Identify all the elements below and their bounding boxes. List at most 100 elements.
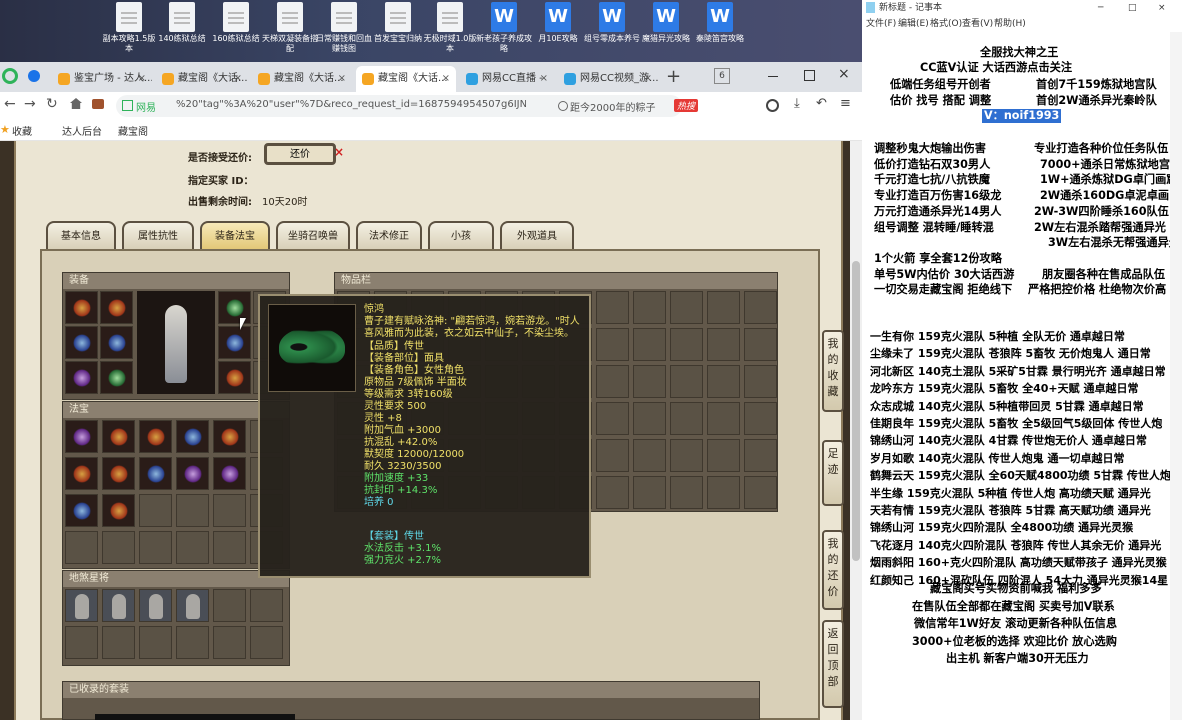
spirit-slot[interactable] [65,589,98,622]
inventory-slot[interactable] [633,476,666,509]
undo-icon[interactable]: ↶ [816,96,827,111]
side-button[interactable]: 足迹 [822,440,844,506]
bookmark-item-cangbaoge[interactable]: 藏宝阁 [118,123,148,138]
inventory-slot[interactable] [633,439,666,472]
desktop-file-icon[interactable]: 日常赚钱和回血赚钱图 [316,2,372,54]
treasure-slot[interactable] [176,420,209,453]
browser-tab[interactable]: 藏宝阁《大话... × [156,66,248,92]
bargain-button[interactable]: 还价 [264,143,336,165]
inventory-slot[interactable] [670,476,703,509]
search-button-icon[interactable] [766,99,779,112]
treasure-slot[interactable] [213,457,246,490]
close-x-icon[interactable]: × [334,145,344,159]
side-button[interactable]: 我的收藏 [822,330,844,412]
contact-highlight[interactable]: V：noif1993 [982,109,1062,123]
spirit-slot[interactable] [176,626,209,659]
scrollbar-thumb[interactable] [852,261,860,561]
wallet-icon[interactable] [92,99,104,109]
game-tab[interactable]: 外观道具 [500,221,574,249]
desktop-file-icon[interactable]: W 月10E攻略 [530,2,586,44]
inventory-slot[interactable] [596,402,629,435]
inventory-slot[interactable] [633,365,666,398]
notepad-close-icon[interactable]: × [1158,0,1166,16]
equip-slot[interactable] [65,291,98,324]
new-tab-button[interactable]: + [666,66,681,87]
spirit-slot[interactable] [139,589,172,622]
inventory-slot[interactable] [744,365,777,398]
treasure-slot[interactable] [102,457,135,490]
inventory-slot[interactable] [633,328,666,361]
home-icon[interactable] [70,98,82,109]
inventory-slot[interactable] [744,328,777,361]
tab-close-icon[interactable]: × [338,66,346,92]
inventory-slot[interactable] [670,328,703,361]
window-minimize-icon[interactable] [768,76,778,77]
search-box[interactable]: 距今2000年的粽子 热搜 [556,95,726,117]
spirit-slot[interactable] [139,626,172,659]
shield-icon[interactable] [28,70,40,82]
desktop-file-icon[interactable]: 副本攻略1.5版本 [101,2,157,54]
inventory-slot[interactable] [670,402,703,435]
spirit-slot[interactable] [250,589,283,622]
notepad-menu-item[interactable]: 编辑(E) [898,16,929,32]
spirit-slot[interactable] [213,626,246,659]
equip-slot[interactable] [65,361,98,394]
treasure-slot[interactable] [139,457,172,490]
desktop-file-icon[interactable]: W 魔猎异光攻略 [638,2,694,44]
bookmark-item-talent[interactable]: 达人后台 [62,123,102,138]
inventory-slot[interactable] [707,328,740,361]
spirit-slot[interactable] [250,626,283,659]
spirit-slot[interactable] [102,626,135,659]
inventory-slot[interactable] [744,439,777,472]
browser-tab[interactable]: 藏宝阁《大话... × [356,66,456,92]
notepad-minimize-icon[interactable]: ─ [1098,0,1103,16]
refresh-icon[interactable]: ↻ [46,96,58,112]
forward-icon[interactable]: → [24,96,36,112]
notepad-text-area[interactable]: 全服找大神之王 CC蓝V认证 大话西游点击关注 低端任务组号开创者 首创7千159炼狱… [862,32,1182,720]
treasure-slot[interactable] [213,494,246,527]
desktop-file-icon[interactable]: W 新老孩子养成攻略 [476,2,532,54]
page-scrollbar[interactable] [850,141,862,720]
game-tab[interactable]: 装备法宝 [200,221,270,249]
game-tab[interactable]: 基本信息 [46,221,116,249]
treasure-slot[interactable] [65,531,98,564]
treasure-slot[interactable] [65,494,98,527]
side-button[interactable]: 返回顶部 [822,620,844,708]
tab-close-icon[interactable]: × [540,66,548,92]
treasure-slot[interactable] [102,420,135,453]
inventory-slot[interactable] [596,439,629,472]
desktop-file-icon[interactable]: 天梯双凝装备搭配 [262,2,318,54]
inventory-slot[interactable] [707,365,740,398]
tab-close-icon[interactable]: × [442,66,450,92]
bookmark-item-favorites[interactable]: 收藏 [12,123,32,138]
notepad-scrollbar[interactable] [1170,32,1182,720]
equip-slot[interactable] [218,326,251,359]
spirit-slot[interactable] [65,626,98,659]
treasure-slot[interactable] [65,457,98,490]
inventory-slot[interactable] [707,476,740,509]
hot-search-badge[interactable]: 热搜 [674,99,699,112]
inventory-slot[interactable] [744,291,777,324]
inventory-slot[interactable] [596,291,629,324]
notepad-maximize-icon[interactable]: □ [1128,0,1137,16]
treasure-slot[interactable] [139,531,172,564]
browser-tab[interactable]: 藏宝阁《大话... × [252,66,352,92]
tab-close-icon[interactable]: × [644,66,652,92]
spirit-slot[interactable] [176,589,209,622]
inventory-slot[interactable] [670,291,703,324]
tab-count-badge[interactable]: 6 [714,68,730,84]
treasure-slot[interactable] [176,457,209,490]
inventory-slot[interactable] [744,476,777,509]
treasure-slot[interactable] [102,531,135,564]
treasure-slot[interactable] [176,494,209,527]
game-tab[interactable]: 法术修正 [356,221,422,249]
game-tab[interactable]: 坐骑召唤兽 [276,221,350,249]
tab-close-icon[interactable]: × [138,66,146,92]
inventory-slot[interactable] [670,365,703,398]
treasure-slot[interactable] [213,531,246,564]
inventory-slot[interactable] [633,402,666,435]
back-icon[interactable]: ← [4,96,16,112]
desktop-file-icon[interactable]: 160练狱总结 [208,2,264,44]
tab-close-icon[interactable]: × [234,66,242,92]
address-bar[interactable]: 网易 %20"tag"%3A%20"user"%7D&reco_request_… [116,95,699,117]
